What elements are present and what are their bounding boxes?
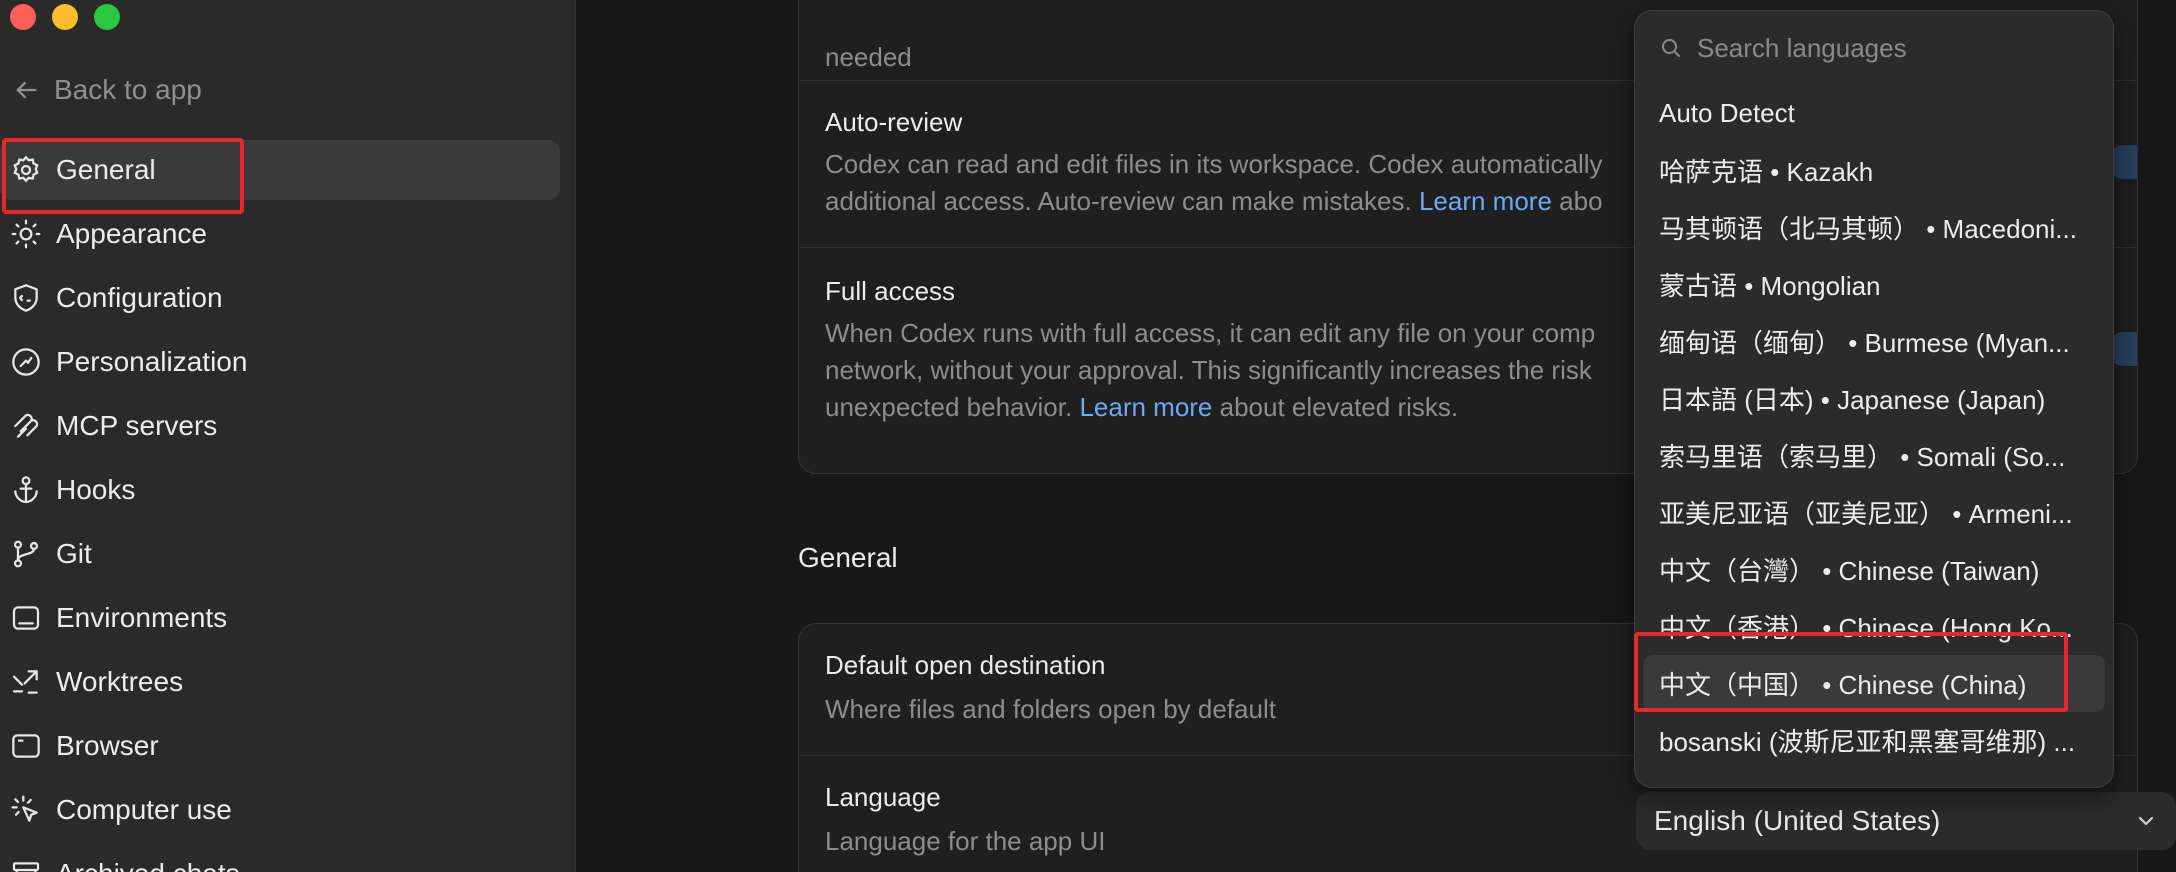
language-option[interactable]: 哈萨克语 • Kazakh	[1635, 142, 2113, 199]
description-text: about elevated risks.	[1219, 392, 1459, 422]
row-description-fragment: needed	[825, 42, 912, 72]
language-search-input[interactable]	[1697, 32, 2077, 64]
sidebar-item-computer-use[interactable]: Computer use	[0, 780, 560, 840]
personalization-icon	[12, 348, 40, 376]
sidebar-item-label: Personalization	[56, 346, 248, 377]
sidebar-item-personalization[interactable]: Personalization	[0, 332, 560, 392]
sidebar-item-environments[interactable]: Environments	[0, 588, 560, 648]
sidebar-item-label: Hooks	[56, 474, 136, 505]
language-option-label: 哈萨克语 • Kazakh	[1659, 157, 1874, 187]
window-controls	[10, 4, 120, 30]
sidebar-item-label: Environments	[56, 602, 228, 633]
sidebar-item-git[interactable]: Git	[0, 524, 560, 584]
close-window-button[interactable]	[10, 4, 36, 30]
language-option[interactable]: 蒙古语 • Mongolian	[1635, 256, 2113, 313]
language-option-label: 亚美尼亚语（亚美尼亚） • Armeni...	[1659, 499, 2073, 529]
language-option-label: Auto Detect	[1659, 98, 1795, 128]
cursor-click-icon	[11, 795, 38, 822]
sidebar-item-label: MCP servers	[56, 410, 218, 441]
sidebar-item-label: Configuration	[56, 282, 223, 313]
language-option-label: 缅甸语（缅甸） • Burmese (Myan...	[1659, 328, 2070, 358]
arrow-left-icon	[16, 81, 37, 99]
sidebar-item-archived-chats[interactable]: Archived chats	[0, 844, 560, 872]
language-select-value: English (United States)	[1654, 805, 1941, 836]
description-text: abo	[1559, 186, 1603, 216]
description-text: additional access. Auto-review can make …	[825, 186, 1412, 216]
back-to-app-label: Back to app	[54, 74, 202, 105]
language-search	[1635, 11, 2113, 85]
language-option[interactable]: bosanski (波斯尼亚和黑塞哥维那) ...	[1635, 712, 2113, 769]
annotation-box-general	[2, 138, 244, 214]
git-branch-icon	[13, 540, 39, 568]
language-option[interactable]: 中文（台灣） • Chinese (Taiwan)	[1635, 541, 2113, 598]
sidebar-item-configuration[interactable]: Configuration	[0, 268, 560, 328]
environments-icon	[12, 606, 40, 630]
language-option[interactable]: Auto Detect	[1635, 85, 2113, 142]
sidebar-item-label: Git	[56, 538, 92, 569]
language-select[interactable]: English (United States)	[1636, 792, 2176, 850]
learn-more-link[interactable]: Learn more	[1419, 186, 1552, 216]
sidebar-item-label: Worktrees	[56, 666, 184, 697]
language-option-label: 蒙古语 • Mongolian	[1659, 271, 1881, 301]
language-option[interactable]: 日本語 (日本) • Japanese (Japan)	[1635, 370, 2113, 427]
description-text: unexpected behavior.	[825, 392, 1073, 422]
language-option-label: 索马里语（索马里） • Somali (So...	[1659, 442, 2066, 472]
archive-icon	[12, 862, 40, 872]
sun-icon	[11, 219, 41, 249]
chevron-down-icon	[2138, 816, 2154, 826]
anchor-icon	[14, 476, 38, 504]
language-option-label: 马其顿语（北马其顿） • Macedoni...	[1659, 214, 2077, 244]
search-icon	[1662, 39, 1680, 57]
sidebar-item-label: Archived chats	[56, 858, 240, 872]
learn-more-link[interactable]: Learn more	[1079, 392, 1212, 422]
mcp-icon	[14, 413, 39, 438]
language-option[interactable]: 马其顿语（北马其顿） • Macedoni...	[1635, 199, 2113, 256]
language-option-label: 中文（台灣） • Chinese (Taiwan)	[1659, 556, 2040, 586]
zoom-window-button[interactable]	[94, 4, 120, 30]
language-option[interactable]: 缅甸语（缅甸） • Burmese (Myan...	[1635, 313, 2113, 370]
language-option[interactable]: 索马里语（索马里） • Somali (So...	[1635, 427, 2113, 484]
worktrees-icon	[12, 670, 38, 694]
language-option[interactable]: 亚美尼亚语（亚美尼亚） • Armeni...	[1635, 484, 2113, 541]
section-title-general: General	[798, 542, 898, 573]
settings-sidebar: Back to app General Appearance Configura…	[0, 0, 576, 872]
sidebar-item-label: Browser	[56, 730, 159, 761]
sidebar-item-label: Computer use	[56, 794, 232, 825]
sidebar-item-label: Appearance	[56, 218, 208, 249]
minimize-window-button[interactable]	[52, 4, 78, 30]
shield-code-icon	[14, 284, 38, 312]
language-option-label: 日本語 (日本) • Japanese (Japan)	[1659, 385, 2046, 415]
language-option-label: bosanski (波斯尼亚和黑塞哥维那) ...	[1659, 727, 2076, 757]
sidebar-item-browser[interactable]: Browser	[0, 716, 560, 776]
sidebar-item-hooks[interactable]: Hooks	[0, 460, 560, 520]
sidebar-item-mcp-servers[interactable]: MCP servers	[0, 396, 560, 456]
browser-icon	[12, 734, 40, 758]
annotation-box-chinese-china	[1634, 632, 2068, 712]
sidebar-item-worktrees[interactable]: Worktrees	[0, 652, 560, 712]
settings-nav: General Appearance Configuration Persona…	[0, 140, 560, 872]
back-to-app-link[interactable]: Back to app	[12, 74, 202, 106]
